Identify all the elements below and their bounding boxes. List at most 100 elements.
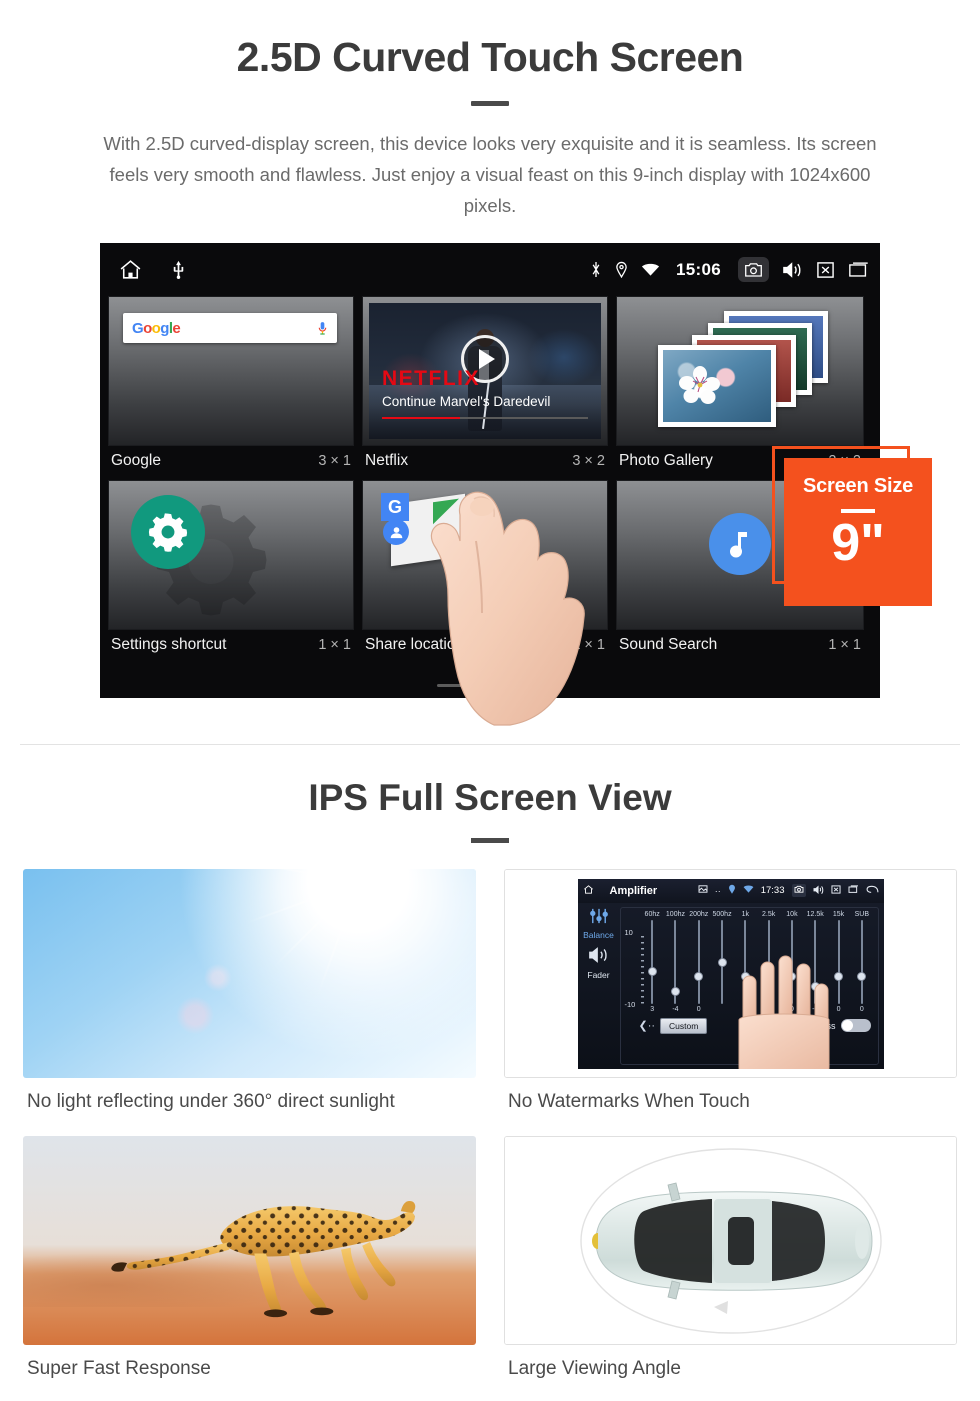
- page-title: 2.5D Curved Touch Screen: [236, 34, 744, 80]
- amplifier-screen: Amplifier ·· 17:33 Balance Fader 60hz 10…: [577, 878, 884, 1069]
- widget-caption: Netflix 3 × 2: [362, 446, 608, 477]
- wifi-icon[interactable]: [743, 885, 754, 896]
- person-pin-icon: [383, 519, 409, 545]
- feature-card-fast-response: Super Fast Response: [23, 1136, 476, 1401]
- cheetah-illustration: [111, 1200, 416, 1318]
- widget-size: 1 × 1: [318, 637, 351, 653]
- band-value: 3: [650, 1005, 655, 1013]
- widget-settings-shortcut[interactable]: Settings shortcut 1 × 1: [108, 480, 354, 661]
- band-label: 15k: [832, 910, 845, 918]
- volume-icon[interactable]: [782, 261, 803, 279]
- screen-size-badge: Screen Size 9": [772, 446, 932, 606]
- android-launcher: 15:06 Google Google 3 × 1 NETFLIX Contin…: [100, 243, 880, 698]
- photo-frame-front: [658, 345, 776, 427]
- widget-photo-gallery-preview[interactable]: [616, 296, 864, 446]
- google-g-icon: G: [381, 493, 409, 521]
- feature-caption: Super Fast Response: [27, 1358, 211, 1379]
- feature-caption: No light reflecting under 360° direct su…: [27, 1091, 395, 1112]
- section-paragraph: With 2.5D curved-display screen, this de…: [103, 133, 877, 216]
- status-clock: 15:06: [676, 259, 721, 279]
- section2-underline: [471, 838, 509, 843]
- band-label: 500hz: [712, 910, 732, 918]
- amplifier-status-bar: Amplifier ·· 17:33: [577, 878, 884, 903]
- close-x-icon[interactable]: [830, 884, 841, 897]
- widget-share-location-preview[interactable]: G: [362, 480, 608, 630]
- screenshot-camera-icon[interactable]: [738, 257, 769, 282]
- car-top-view-illustration: [579, 1147, 882, 1334]
- scale-bottom-label: -10: [624, 999, 636, 1009]
- hand-illustration: [738, 955, 829, 1069]
- launcher-screenshot: 15:06 Google Google 3 × 1 NETFLIX Contin…: [0, 243, 980, 728]
- band-slider[interactable]: [687, 919, 710, 1004]
- wifi-icon[interactable]: [641, 262, 660, 277]
- home-icon[interactable]: [118, 257, 143, 282]
- widget-netflix[interactable]: NETFLIX Continue Marvel's Daredevil Netf…: [362, 296, 608, 477]
- back-icon[interactable]: [866, 885, 879, 897]
- cheetah-image: [23, 1136, 476, 1345]
- band-label: 2.5k: [762, 910, 776, 918]
- more-dots-icon[interactable]: ··: [715, 886, 721, 896]
- title-underline: [471, 101, 509, 106]
- badge-divider: [841, 509, 875, 513]
- page-indicator[interactable]: [100, 684, 880, 687]
- equalizer-icon[interactable]: [589, 908, 609, 928]
- fader-speaker-icon[interactable]: [578, 946, 620, 969]
- feature-caption: No Watermarks When Touch: [508, 1091, 750, 1112]
- widget-name: Share location: [365, 636, 465, 653]
- section2-title: IPS Full Screen View: [308, 777, 672, 818]
- balance-label[interactable]: Balance: [578, 930, 620, 940]
- widget-netflix-preview[interactable]: NETFLIX Continue Marvel's Daredevil: [362, 296, 608, 446]
- location-icon[interactable]: [728, 884, 736, 897]
- sky-sun-glare: [23, 869, 476, 1078]
- home-icon[interactable]: [583, 884, 594, 898]
- recent-apps-icon[interactable]: [848, 884, 859, 897]
- status-bar: 15:06: [100, 243, 880, 296]
- gallery-icon[interactable]: [698, 885, 708, 896]
- curved-touch-screen-section: 2.5D Curved Touch Screen With 2.5D curve…: [0, 0, 980, 745]
- page-dot[interactable]: [437, 684, 465, 687]
- badge-body: Screen Size 9": [784, 458, 932, 606]
- usb-icon[interactable]: [171, 260, 186, 279]
- widget-google[interactable]: Google Google 3 × 1: [108, 296, 354, 477]
- widget-name: Netflix: [365, 452, 409, 469]
- widget-size: 3 × 1: [318, 453, 351, 469]
- fader-label[interactable]: Fader: [578, 970, 620, 980]
- widget-settings-preview[interactable]: [108, 480, 354, 630]
- settings-gear-icon[interactable]: [131, 495, 205, 569]
- prev-preset-icon[interactable]: ❮··: [639, 1019, 656, 1032]
- location-icon[interactable]: [615, 261, 628, 278]
- maps-share-icon[interactable]: G: [381, 493, 467, 571]
- cherry-blossom-icon: [678, 365, 720, 404]
- ips-full-screen-section: IPS Full Screen View No light reflecting…: [0, 745, 980, 1401]
- band-value: 0: [696, 1005, 701, 1013]
- widget-name: Settings shortcut: [111, 636, 227, 653]
- bluetooth-icon[interactable]: [590, 261, 602, 278]
- netflix-artwork: NETFLIX Continue Marvel's Daredevil: [369, 303, 601, 439]
- page-dot-active[interactable]: [515, 684, 543, 687]
- music-note-icon[interactable]: [709, 513, 771, 575]
- widget-row-1: Google Google 3 × 1 NETFLIX Continue Mar…: [108, 296, 872, 477]
- widget-share-location[interactable]: G Share location 1 × 1: [362, 480, 608, 661]
- widget-caption: Share location 1 × 1: [362, 630, 608, 661]
- recent-apps-icon[interactable]: [848, 261, 870, 279]
- microphone-icon[interactable]: [317, 321, 328, 336]
- band-slider[interactable]: [664, 919, 687, 1004]
- page-dot[interactable]: [476, 684, 504, 687]
- preset-custom-button[interactable]: Custom: [660, 1017, 708, 1034]
- volume-icon[interactable]: [813, 885, 824, 897]
- netflix-subtitle: Continue Marvel's Daredevil: [382, 394, 551, 409]
- band-label: 200hz: [689, 910, 709, 918]
- frequency-band-labels: 60hz 100hz 200hz 500hz 1k 2.5k 10k 12.5k…: [621, 908, 878, 918]
- widget-google-preview[interactable]: Google: [108, 296, 354, 446]
- screenshot-camera-icon[interactable]: [791, 884, 806, 897]
- google-logo: Google: [132, 319, 181, 337]
- band-slider[interactable]: [850, 919, 873, 1004]
- band-slider[interactable]: [641, 919, 664, 1004]
- widget-caption: Google 3 × 1: [108, 446, 354, 477]
- badge-value: 9": [831, 514, 885, 572]
- photo-stack: [646, 311, 834, 431]
- widget-size: 1 × 1: [572, 637, 605, 653]
- sunlight-image: [23, 869, 476, 1078]
- close-x-icon[interactable]: [816, 261, 835, 279]
- google-search-input[interactable]: Google: [123, 313, 337, 343]
